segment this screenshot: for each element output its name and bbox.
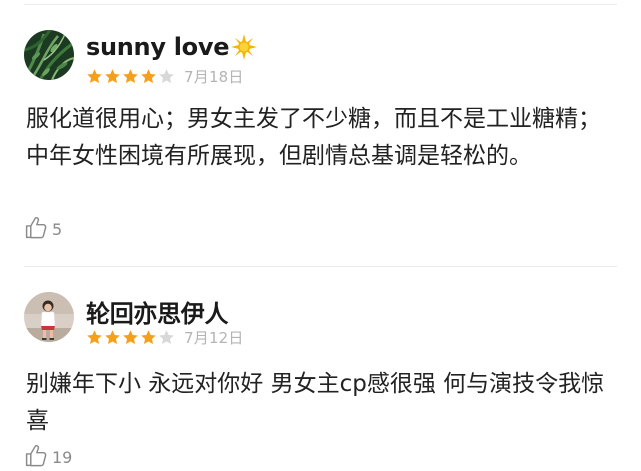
avatar[interactable] [24,30,74,80]
star-filled-icon [140,68,157,85]
review-date: 7月18日 [184,67,244,86]
user-name[interactable]: sunny love [86,33,258,61]
star-filled-icon [140,329,157,346]
review-text: 服化道很用心；男女主发了不少糖，而且不是工业糖精；中年女性困境有所展现，但剧情总… [26,106,601,169]
star-filled-icon [104,329,121,346]
thumbs-up-icon[interactable] [24,443,49,468]
avatar[interactable] [24,292,74,342]
star-filled-icon [104,68,121,85]
like-count: 5 [52,220,63,239]
review-date: 7月12日 [184,328,244,347]
top-divider [24,4,617,5]
review-text: 别嫌年下小 永远对你好 男女主cp感很强 何与演技令我惊喜 [26,371,605,434]
star-rating: 7月12日 [86,327,244,347]
user-name-text: sunny love [86,33,230,61]
like-count: 19 [52,448,73,467]
user-name[interactable]: 轮回亦思伊人 [86,294,229,329]
star-rating: 7月18日 [86,66,244,86]
star-filled-icon [122,68,139,85]
sun-icon [230,33,258,61]
star-filled-icon [122,329,139,346]
star-filled-icon [86,329,103,346]
like-button[interactable]: 19 [24,442,72,468]
like-button[interactable]: 5 [24,214,62,240]
user-name-text: 轮回亦思伊人 [86,300,229,328]
star-filled-icon [86,68,103,85]
star-empty-icon [158,329,175,346]
review-divider [24,266,617,267]
thumbs-up-icon[interactable] [24,215,49,240]
star-empty-icon [158,68,175,85]
